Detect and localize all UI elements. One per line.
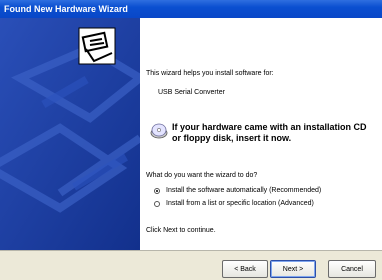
- wizard-banner-panel: [0, 18, 140, 250]
- option-advanced[interactable]: Install from a list or specific location…: [154, 200, 374, 210]
- cd-notice-line1: If your hardware came with an installati…: [172, 122, 367, 132]
- button-bar: < Back Next > Cancel: [0, 250, 382, 280]
- cd-icon: [150, 122, 168, 140]
- radio-advanced[interactable]: [154, 201, 160, 207]
- option-automatic-label: Install the software automatically (Reco…: [166, 187, 322, 194]
- continue-hint: Click Next to continue.: [146, 227, 216, 234]
- intro-text: This wizard helps you install software f…: [146, 70, 274, 77]
- wizard-content: This wizard helps you install software f…: [140, 18, 382, 250]
- back-button[interactable]: < Back: [222, 260, 268, 278]
- radio-automatic[interactable]: [154, 188, 160, 194]
- hardware-wizard-icon: [78, 27, 116, 65]
- option-advanced-label: Install from a list or specific location…: [166, 200, 314, 207]
- cancel-button[interactable]: Cancel: [328, 260, 376, 278]
- cd-notice-line2: or floppy disk, insert it now.: [172, 133, 292, 143]
- device-name: USB Serial Converter: [158, 89, 225, 96]
- next-button[interactable]: Next >: [270, 260, 316, 278]
- window-title: Found New Hardware Wizard: [0, 0, 382, 18]
- question-text: What do you want the wizard to do?: [146, 172, 258, 179]
- option-automatic[interactable]: Install the software automatically (Reco…: [154, 187, 374, 197]
- banner-graphic: [0, 18, 140, 250]
